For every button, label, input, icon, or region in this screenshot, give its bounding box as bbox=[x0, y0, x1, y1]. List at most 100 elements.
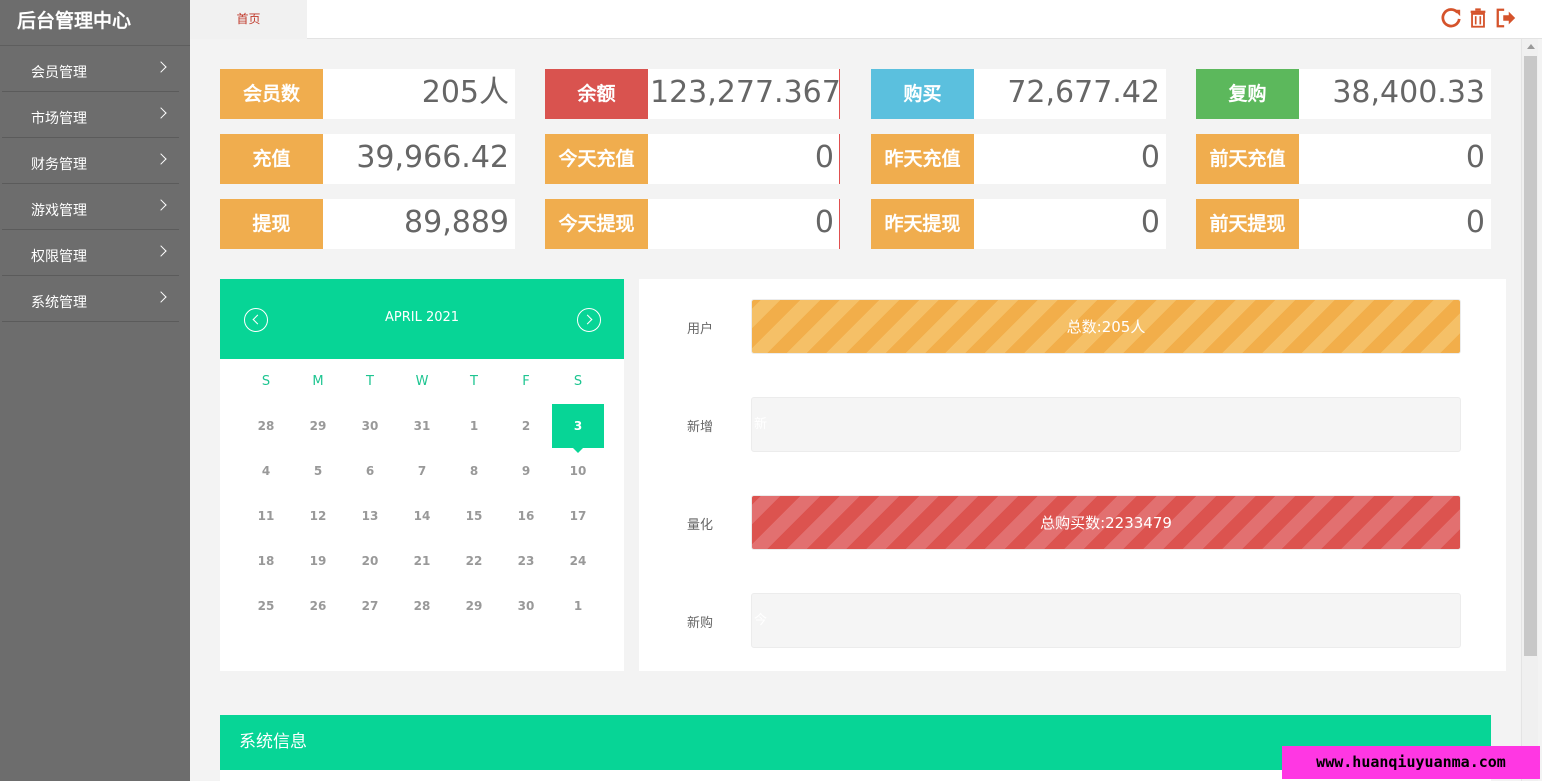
stat-card-today-withdraw: 今天提现 0 bbox=[545, 199, 840, 249]
calendar-day[interactable]: 11 bbox=[240, 494, 292, 538]
calendar-day[interactable]: 30 bbox=[344, 404, 396, 448]
scroll-up-arrow-icon[interactable] bbox=[1527, 44, 1535, 49]
logout-icon[interactable] bbox=[1495, 7, 1517, 29]
stat-card-recharge: 充值 39,966.42 bbox=[220, 134, 515, 184]
calendar-day[interactable]: 8 bbox=[448, 449, 500, 493]
stat-value: 123,277.367432 bbox=[650, 75, 840, 110]
calendar-day[interactable]: 9 bbox=[500, 449, 552, 493]
calendar-day[interactable]: 20 bbox=[344, 539, 396, 583]
stat-label: 今天提现 bbox=[545, 199, 648, 249]
sidebar-item-permissions[interactable]: 权限管理 bbox=[2, 230, 179, 276]
calendar-day[interactable]: 5 bbox=[292, 449, 344, 493]
weekday-header: T bbox=[366, 374, 374, 389]
stat-card-daybefore-recharge: 前天充值 0 bbox=[1196, 134, 1491, 184]
vertical-scrollbar[interactable] bbox=[1521, 39, 1538, 781]
calendar-day[interactable]: 2 bbox=[500, 404, 552, 448]
sidebar-item-market[interactable]: 市场管理 bbox=[2, 92, 179, 138]
calendar-day[interactable]: 29 bbox=[292, 404, 344, 448]
stat-label: 复购 bbox=[1196, 69, 1299, 119]
trash-icon[interactable] bbox=[1467, 7, 1489, 29]
calendar-day[interactable]: 26 bbox=[292, 584, 344, 628]
calendar-day[interactable]: 12 bbox=[292, 494, 344, 538]
calendar-day[interactable]: 1 bbox=[448, 404, 500, 448]
calendar-day[interactable]: 10 bbox=[552, 449, 604, 493]
stat-value: 72,677.42 bbox=[1007, 75, 1160, 110]
progress-panel: 用户 总数:205人 新增 新 量化 总购买数:2233479 新购 今 bbox=[639, 279, 1506, 671]
calendar-day[interactable]: 28 bbox=[240, 404, 292, 448]
calendar-day[interactable]: 13 bbox=[344, 494, 396, 538]
sidebar-item-label: 权限管理 bbox=[31, 249, 87, 265]
calendar-day[interactable]: 16 bbox=[500, 494, 552, 538]
calendar: APRIL 2021 S M T W T F S 28 29 30 31 1 2 3 4 5 6 7 8 9 10 11 1… bbox=[220, 279, 624, 671]
sidebar-item-label: 市场管理 bbox=[31, 111, 87, 127]
stat-card-today-recharge: 今天充值 0 bbox=[545, 134, 840, 184]
stat-value: 0 bbox=[1465, 140, 1485, 175]
calendar-day[interactable]: 15 bbox=[448, 494, 500, 538]
stat-value: 39,966.42 bbox=[356, 140, 509, 175]
stat-value: 0 bbox=[1465, 205, 1485, 240]
stat-label: 今天充值 bbox=[545, 134, 648, 184]
weekday-header: M bbox=[312, 374, 324, 389]
calendar-day[interactable]: 31 bbox=[396, 404, 448, 448]
progress-text: 总购买数:2233479 bbox=[1040, 514, 1172, 532]
refresh-icon[interactable] bbox=[1440, 7, 1462, 29]
sidebar-item-finance[interactable]: 财务管理 bbox=[2, 138, 179, 184]
calendar-day[interactable]: 1 bbox=[552, 584, 604, 628]
calendar-day[interactable]: 25 bbox=[240, 584, 292, 628]
tab-home[interactable]: 首页 bbox=[190, 0, 307, 39]
chevron-right-icon bbox=[155, 153, 167, 165]
stat-card-withdraw: 提现 89,889 bbox=[220, 199, 515, 249]
progress-text: 总数:205人 bbox=[1066, 318, 1146, 336]
sidebar-item-label: 游戏管理 bbox=[31, 203, 87, 219]
progress-label-new: 新增 bbox=[687, 420, 714, 435]
stat-card-balance: 余额 123,277.367432 bbox=[545, 69, 840, 119]
chevron-right-icon bbox=[155, 107, 167, 119]
stat-label: 会员数 bbox=[220, 69, 323, 119]
stat-label: 昨天提现 bbox=[871, 199, 974, 249]
calendar-day[interactable]: 17 bbox=[552, 494, 604, 538]
weekday-header: S bbox=[573, 374, 583, 389]
progress-label-quant: 量化 bbox=[687, 518, 714, 533]
calendar-day[interactable]: 6 bbox=[344, 449, 396, 493]
progress-bar-new: 新 bbox=[751, 397, 1461, 452]
calendar-day[interactable]: 4 bbox=[240, 449, 292, 493]
sidebar-item-label: 系统管理 bbox=[31, 295, 87, 311]
sidebar-item-system[interactable]: 系统管理 bbox=[2, 276, 179, 322]
stat-card-members: 会员数 205人 bbox=[220, 69, 515, 119]
calendar-day[interactable]: 18 bbox=[240, 539, 292, 583]
calendar-header: APRIL 2021 bbox=[220, 279, 624, 359]
calendar-day[interactable]: 29 bbox=[448, 584, 500, 628]
progress-label-new-purchase: 新购 bbox=[687, 616, 714, 631]
stat-label: 提现 bbox=[220, 199, 323, 249]
sidebar: 后台管理中心 会员管理 市场管理 财务管理 游戏管理 权限管理 系统管理 bbox=[0, 0, 190, 781]
stat-label: 前天充值 bbox=[1196, 134, 1299, 184]
stat-label: 充值 bbox=[220, 134, 323, 184]
calendar-month-title: APRIL 2021 bbox=[384, 310, 460, 325]
calendar-day[interactable]: 23 bbox=[500, 539, 552, 583]
calendar-day[interactable]: 28 bbox=[396, 584, 448, 628]
calendar-day[interactable]: 19 bbox=[292, 539, 344, 583]
stat-card-purchase: 购买 72,677.42 bbox=[871, 69, 1166, 119]
calendar-next-button[interactable] bbox=[577, 308, 601, 332]
calendar-day[interactable]: 30 bbox=[500, 584, 552, 628]
calendar-day[interactable]: 21 bbox=[396, 539, 448, 583]
calendar-day[interactable]: 7 bbox=[396, 449, 448, 493]
calendar-day[interactable]: 27 bbox=[344, 584, 396, 628]
stat-value: 0 bbox=[1140, 205, 1160, 240]
sidebar-item-members[interactable]: 会员管理 bbox=[2, 46, 179, 92]
calendar-day[interactable]: 22 bbox=[448, 539, 500, 583]
sidebar-item-games[interactable]: 游戏管理 bbox=[2, 184, 179, 230]
calendar-day[interactable]: 3 bbox=[552, 404, 604, 453]
stat-card-repurchase: 复购 38,400.33 bbox=[1196, 69, 1491, 119]
calendar-day[interactable]: 14 bbox=[396, 494, 448, 538]
chevron-right-icon bbox=[155, 245, 167, 257]
sidebar-item-label: 财务管理 bbox=[31, 157, 87, 173]
progress-bar-new-purchase: 今 bbox=[751, 593, 1461, 648]
calendar-day[interactable]: 24 bbox=[552, 539, 604, 583]
stat-card-daybefore-withdraw: 前天提现 0 bbox=[1196, 199, 1491, 249]
weekday-header: T bbox=[470, 374, 478, 389]
stat-value: 0 bbox=[1140, 140, 1160, 175]
stat-value: 0 bbox=[814, 205, 834, 240]
card-edge bbox=[839, 199, 840, 249]
scroll-thumb[interactable] bbox=[1524, 56, 1537, 656]
